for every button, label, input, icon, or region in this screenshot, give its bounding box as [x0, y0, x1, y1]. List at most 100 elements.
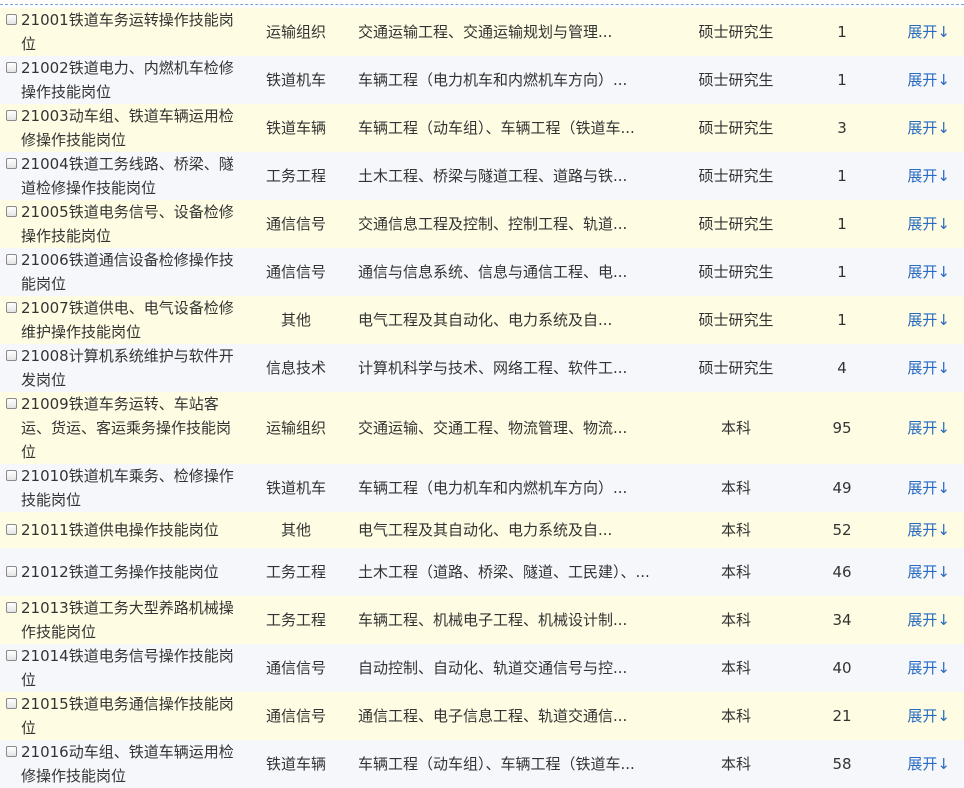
- education-cell: 本科: [662, 740, 810, 788]
- expand-link[interactable]: 展开↓: [874, 392, 964, 464]
- category-cell: 运输组织: [240, 392, 352, 464]
- row-checkbox[interactable]: [6, 62, 17, 73]
- expand-link[interactable]: 展开↓: [874, 248, 964, 296]
- position-name: 21014铁道电务信号操作技能岗位: [21, 647, 234, 689]
- category-cell: 铁道车辆: [240, 104, 352, 152]
- education-cell: 硕士研究生: [662, 152, 810, 200]
- row-checkbox[interactable]: [6, 602, 17, 613]
- position-name-cell: 21016动车组、铁道车辆运用检修操作技能岗位: [0, 740, 240, 788]
- major-cell: 车辆工程、机械电子工程、机械设计制...: [352, 596, 662, 644]
- position-name: 21003动车组、铁道车辆运用检修操作技能岗位: [21, 107, 234, 149]
- position-name-cell: 21007铁道供电、电气设备检修维护操作技能岗位: [0, 296, 240, 344]
- education-cell: 本科: [662, 464, 810, 512]
- education-cell: 本科: [662, 644, 810, 692]
- education-cell: 硕士研究生: [662, 200, 810, 248]
- count-cell: 1: [810, 248, 874, 296]
- major-cell: 通信与信息系统、信息与通信工程、电...: [352, 248, 662, 296]
- expand-link[interactable]: 展开↓: [874, 596, 964, 644]
- expand-link[interactable]: 展开↓: [874, 104, 964, 152]
- row-checkbox[interactable]: [6, 524, 17, 535]
- major-cell: 自动控制、自动化、轨道交通信号与控...: [352, 644, 662, 692]
- position-name-cell: 21014铁道电务信号操作技能岗位: [0, 644, 240, 692]
- count-cell: 58: [810, 740, 874, 788]
- education-cell: 本科: [662, 596, 810, 644]
- expand-link[interactable]: 展开↓: [874, 512, 964, 548]
- table-row: 21006铁道通信设备检修操作技能岗位 通信信号 通信与信息系统、信息与通信工程、电…: [0, 248, 964, 296]
- expand-link[interactable]: 展开↓: [874, 296, 964, 344]
- major-cell: 土木工程、桥梁与隧道工程、道路与铁...: [352, 152, 662, 200]
- expand-link[interactable]: 展开↓: [874, 8, 964, 56]
- expand-link[interactable]: 展开↓: [874, 692, 964, 740]
- category-cell: 铁道车辆: [240, 740, 352, 788]
- table-row: 21003动车组、铁道车辆运用检修操作技能岗位 铁道车辆 车辆工程（动车组）、车辆工…: [0, 104, 964, 152]
- education-cell: 硕士研究生: [662, 248, 810, 296]
- table-row: 21016动车组、铁道车辆运用检修操作技能岗位 铁道车辆 车辆工程（动车组）、车辆工…: [0, 740, 964, 788]
- positions-table: 21001铁道车务运转操作技能岗位 运输组织 交通运输工程、交通运输规划与管理...…: [0, 8, 964, 788]
- major-cell: 交通运输、交通工程、物流管理、物流...: [352, 392, 662, 464]
- position-name: 21008计算机系统维护与软件开发岗位: [21, 347, 234, 389]
- position-name: 21006铁道通信设备检修操作技能岗位: [21, 251, 234, 293]
- expand-link[interactable]: 展开↓: [874, 344, 964, 392]
- expand-link[interactable]: 展开↓: [874, 152, 964, 200]
- position-name: 21002铁道电力、内燃机车检修操作技能岗位: [21, 59, 234, 101]
- row-checkbox[interactable]: [6, 398, 17, 409]
- row-checkbox[interactable]: [6, 14, 17, 25]
- count-cell: 40: [810, 644, 874, 692]
- table-row: 21014铁道电务信号操作技能岗位 通信信号 自动控制、自动化、轨道交通信号与控..…: [0, 644, 964, 692]
- row-checkbox[interactable]: [6, 254, 17, 265]
- expand-link[interactable]: 展开↓: [874, 464, 964, 512]
- major-cell: 车辆工程（动车组）、车辆工程（铁道车...: [352, 740, 662, 788]
- category-cell: 铁道机车: [240, 464, 352, 512]
- count-cell: 1: [810, 200, 874, 248]
- row-checkbox[interactable]: [6, 110, 17, 121]
- table-row: 21008计算机系统维护与软件开发岗位 信息技术 计算机科学与技术、网络工程、软件工…: [0, 344, 964, 392]
- row-checkbox[interactable]: [6, 302, 17, 313]
- expand-link[interactable]: 展开↓: [874, 200, 964, 248]
- expand-link[interactable]: 展开↓: [874, 548, 964, 596]
- row-checkbox[interactable]: [6, 470, 17, 481]
- table-row: 21001铁道车务运转操作技能岗位 运输组织 交通运输工程、交通运输规划与管理...…: [0, 8, 964, 56]
- education-cell: 本科: [662, 512, 810, 548]
- major-cell: 车辆工程（电力机车和内燃机车方向）...: [352, 56, 662, 104]
- position-name: 21001铁道车务运转操作技能岗位: [21, 11, 234, 53]
- position-name: 21004铁道工务线路、桥梁、隧道检修操作技能岗位: [21, 155, 234, 197]
- position-name-cell: 21006铁道通信设备检修操作技能岗位: [0, 248, 240, 296]
- position-name-cell: 21005铁道电务信号、设备检修操作技能岗位: [0, 200, 240, 248]
- row-checkbox[interactable]: [6, 566, 17, 577]
- education-cell: 本科: [662, 392, 810, 464]
- table-row: 21007铁道供电、电气设备检修维护操作技能岗位 其他 电气工程及其自动化、电力系统…: [0, 296, 964, 344]
- table-row: 21004铁道工务线路、桥梁、隧道检修操作技能岗位 工务工程 土木工程、桥梁与隧道工…: [0, 152, 964, 200]
- row-checkbox[interactable]: [6, 206, 17, 217]
- major-cell: 交通运输工程、交通运输规划与管理...: [352, 8, 662, 56]
- row-checkbox[interactable]: [6, 746, 17, 757]
- education-cell: 本科: [662, 692, 810, 740]
- position-name-cell: 21004铁道工务线路、桥梁、隧道检修操作技能岗位: [0, 152, 240, 200]
- count-cell: 1: [810, 56, 874, 104]
- major-cell: 电气工程及其自动化、电力系统及自...: [352, 512, 662, 548]
- position-name-cell: 21003动车组、铁道车辆运用检修操作技能岗位: [0, 104, 240, 152]
- category-cell: 信息技术: [240, 344, 352, 392]
- row-checkbox[interactable]: [6, 350, 17, 361]
- expand-link[interactable]: 展开↓: [874, 56, 964, 104]
- position-name-cell: 21010铁道机车乘务、检修操作技能岗位: [0, 464, 240, 512]
- count-cell: 3: [810, 104, 874, 152]
- table-row: 21002铁道电力、内燃机车检修操作技能岗位 铁道机车 车辆工程（电力机车和内燃机车…: [0, 56, 964, 104]
- count-cell: 21: [810, 692, 874, 740]
- row-checkbox[interactable]: [6, 698, 17, 709]
- row-checkbox[interactable]: [6, 158, 17, 169]
- count-cell: 95: [810, 392, 874, 464]
- position-name-cell: 21001铁道车务运转操作技能岗位: [0, 8, 240, 56]
- count-cell: 46: [810, 548, 874, 596]
- position-name: 21005铁道电务信号、设备检修操作技能岗位: [21, 203, 234, 245]
- count-cell: 34: [810, 596, 874, 644]
- position-name: 21007铁道供电、电气设备检修维护操作技能岗位: [21, 299, 234, 341]
- expand-link[interactable]: 展开↓: [874, 740, 964, 788]
- table-row: 21012铁道工务操作技能岗位 工务工程 土木工程（道路、桥梁、隧道、工民建）、..…: [0, 548, 964, 596]
- top-divider: [0, 4, 964, 5]
- row-checkbox[interactable]: [6, 650, 17, 661]
- count-cell: 1: [810, 152, 874, 200]
- category-cell: 运输组织: [240, 8, 352, 56]
- expand-link[interactable]: 展开↓: [874, 644, 964, 692]
- education-cell: 硕士研究生: [662, 104, 810, 152]
- position-name: 21016动车组、铁道车辆运用检修操作技能岗位: [21, 743, 234, 785]
